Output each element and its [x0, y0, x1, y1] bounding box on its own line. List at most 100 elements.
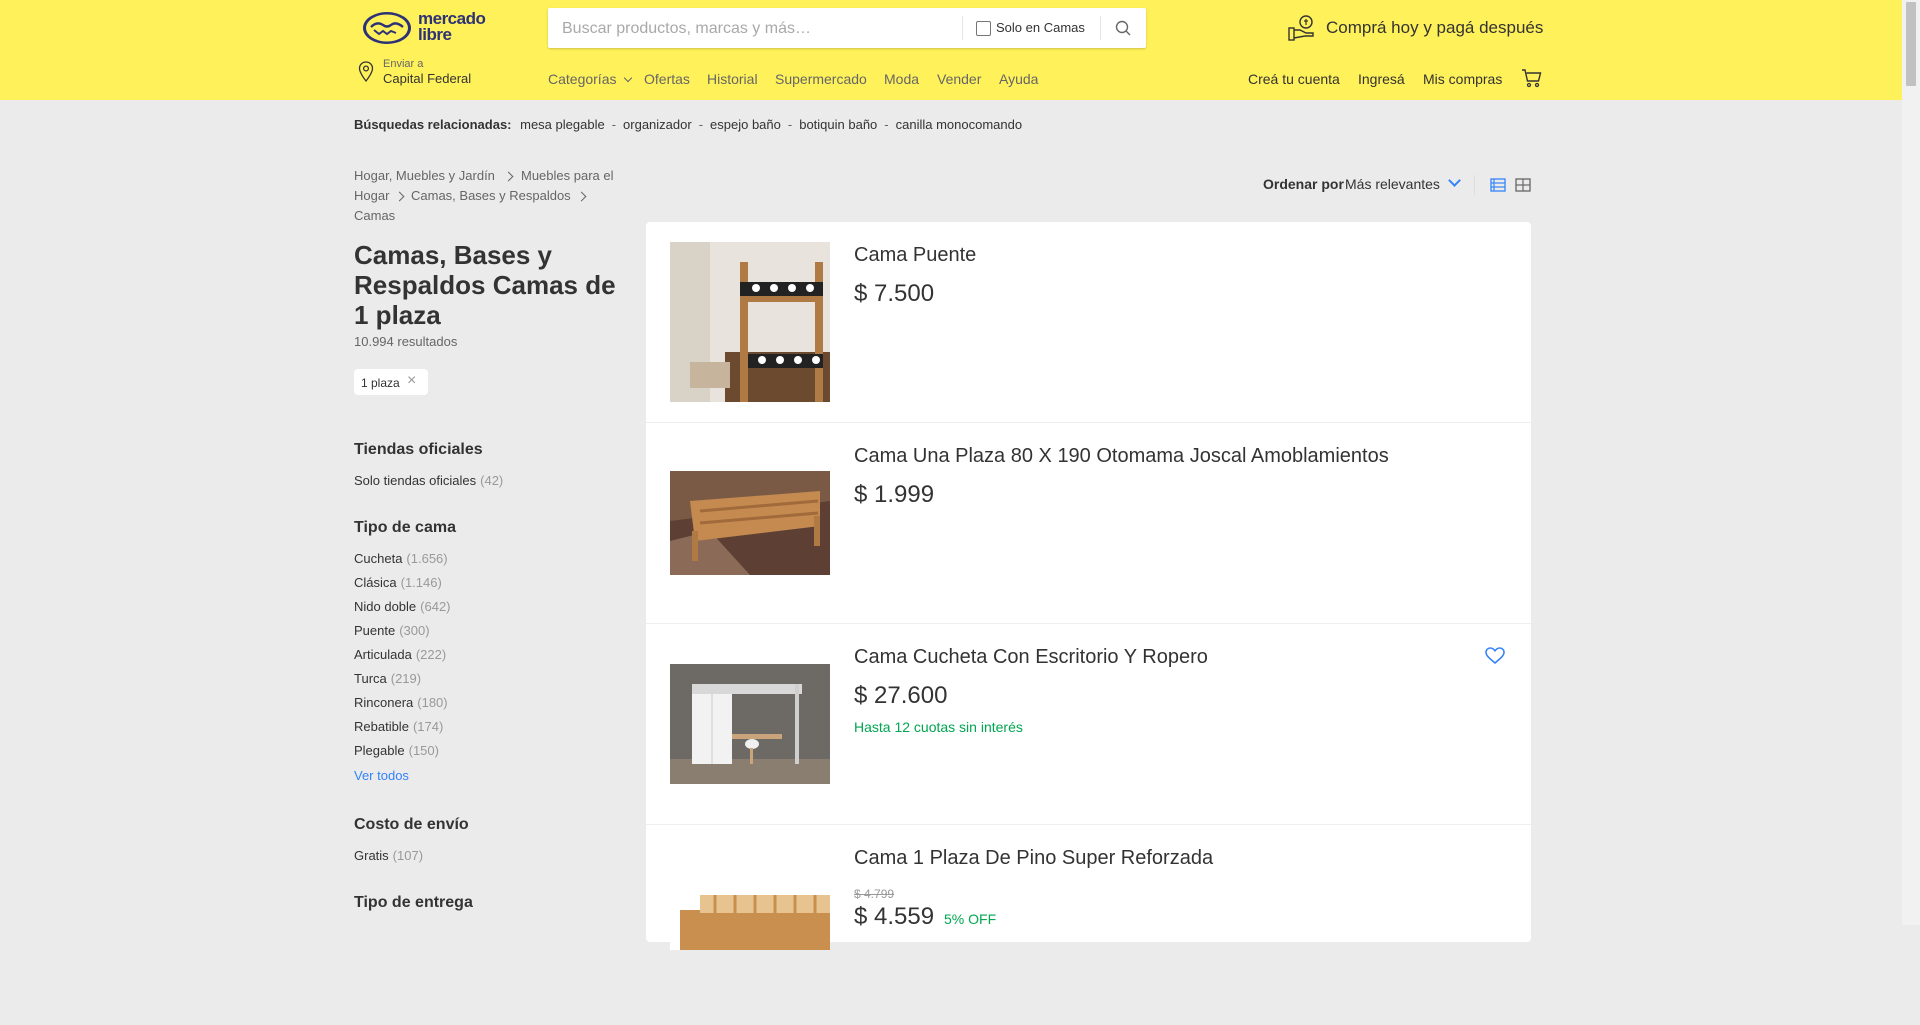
list-item[interactable]: Cama Puente $ 7.500 [646, 222, 1531, 423]
filter-bed-type-item[interactable]: Rebatible (174) [354, 719, 443, 734]
nav-history[interactable]: Historial [707, 71, 758, 87]
results-list: Cama Puente $ 7.500 Cama Una Plaza 80 X … [646, 222, 1531, 950]
close-icon[interactable]: × [407, 372, 416, 390]
related-search-link[interactable]: organizador [623, 117, 692, 132]
filter-count: (222) [415, 647, 447, 662]
chevron-down-icon[interactable] [1448, 174, 1461, 187]
applied-filter-tag[interactable]: 1 plaza × [354, 369, 428, 395]
divider [1474, 175, 1475, 195]
search-bar: Solo en Camas [548, 8, 1146, 50]
breadcrumb-beds-bases[interactable]: Camas, Bases y Respaldos [411, 188, 571, 203]
filter-bed-type-item[interactable]: Clásica (1.146) [354, 575, 442, 590]
product-title[interactable]: Cama Cucheta Con Escritorio Y Ropero [854, 646, 1208, 669]
related-search-link[interactable]: espejo baño [710, 117, 781, 132]
list-item[interactable]: Cama Cucheta Con Escritorio Y Ropero $ 2… [646, 624, 1531, 825]
nav-categories-label: Categorías [548, 71, 617, 87]
product-title[interactable]: Cama Puente [854, 244, 976, 267]
list-view-icon[interactable] [1490, 178, 1506, 192]
create-account-link[interactable]: Creá tu cuenta [1248, 71, 1340, 87]
only-in-category-label[interactable]: Solo en Camas [996, 20, 1085, 35]
filter-title-official-stores: Tiendas oficiales [354, 441, 483, 458]
sort-dropdown[interactable]: Más relevantes [1345, 176, 1440, 192]
filter-bed-type-item[interactable]: Turca (219) [354, 671, 421, 686]
related-searches: Búsquedas relacionadas: mesa plegable - or… [354, 117, 1022, 132]
filter-bed-type-item[interactable]: Cucheta (1.656) [354, 551, 448, 566]
product-image[interactable] [670, 471, 830, 575]
search-icon[interactable] [1108, 16, 1138, 40]
scrollbar-thumb[interactable] [1906, 2, 1916, 86]
filter-count: (150) [408, 743, 439, 758]
filter-title-bed-type: Tipo de cama [354, 519, 456, 536]
filter-label: Rebatible [354, 719, 409, 734]
applied-filter-label: 1 plaza [361, 376, 400, 390]
nav-offers[interactable]: Ofertas [644, 71, 690, 87]
filter-label: Clásica [354, 575, 397, 590]
separator: - [611, 117, 617, 132]
filter-official-stores[interactable]: Solo tiendas oficiales (42) [354, 473, 503, 488]
filter-label: Gratis [354, 848, 389, 863]
filter-count: (300) [399, 623, 430, 638]
breadcrumb-furniture-1[interactable]: Muebles para el [521, 168, 614, 183]
filter-label: Plegable [354, 743, 405, 758]
related-search-link[interactable]: botiquin baño [799, 117, 877, 132]
filter-count: (107) [392, 848, 424, 863]
nav-fashion[interactable]: Moda [884, 71, 919, 87]
scrollbar-track[interactable] [1902, 0, 1920, 925]
divider [962, 16, 963, 40]
nav-categories[interactable]: Categorías [548, 71, 633, 87]
filter-title-delivery: Tipo de entrega [354, 894, 473, 911]
filter-label: Puente [354, 623, 396, 638]
separator: - [787, 117, 793, 132]
breadcrumb-furniture-2[interactable]: Hogar [354, 188, 389, 203]
product-price: $ 1.999 [854, 481, 935, 508]
product-title[interactable]: Cama Una Plaza 80 X 190 Otomama Joscal A… [854, 445, 1389, 468]
filter-bed-type-item[interactable]: Puente (300) [354, 623, 430, 638]
product-price: $ 4.559 [854, 903, 935, 930]
related-searches-label: Búsquedas relacionadas: [354, 117, 512, 132]
product-title[interactable]: Cama 1 Plaza De Pino Super Reforzada [854, 847, 1213, 870]
filter-label: Articulada [354, 647, 412, 662]
divider [1100, 16, 1101, 40]
filter-count: (174) [412, 719, 444, 734]
filter-count: (180) [417, 695, 448, 710]
sort-label: Ordenar por [1263, 176, 1344, 192]
related-search-link[interactable]: canilla monocomando [896, 117, 1022, 132]
nav-help[interactable]: Ayuda [999, 71, 1038, 87]
filter-count: (642) [420, 599, 451, 614]
filter-free-shipping[interactable]: Gratis (107) [354, 848, 423, 863]
list-item[interactable]: Cama Una Plaza 80 X 190 Otomama Joscal A… [646, 423, 1531, 624]
product-image[interactable] [670, 242, 830, 402]
location-label[interactable]: Enviar a [383, 58, 423, 70]
product-original-price: $ 4.799 [854, 887, 895, 901]
list-item[interactable]: Cama 1 Plaza De Pino Super Reforzada $ 4… [646, 825, 1531, 1025]
product-image[interactable] [670, 880, 830, 950]
filter-bed-type-item[interactable]: Nido doble (642) [354, 599, 451, 614]
separator: - [884, 117, 889, 132]
see-all-link[interactable]: Ver todos [354, 768, 409, 783]
my-purchases-link[interactable]: Mis compras [1423, 71, 1502, 87]
location-value[interactable]: Capital Federal [383, 71, 471, 86]
grid-view-icon[interactable] [1515, 178, 1531, 192]
filter-bed-type-item[interactable]: Plegable (150) [354, 743, 439, 758]
filter-count: (1.656) [406, 551, 448, 566]
installments-info: Hasta 12 cuotas sin interés [854, 719, 1023, 735]
promo-banner[interactable]: Comprá hoy y pagá después [1326, 18, 1543, 38]
related-search-link[interactable]: mesa plegable [520, 117, 605, 132]
product-image[interactable] [670, 664, 830, 784]
cart-icon[interactable] [1521, 68, 1543, 88]
login-link[interactable]: Ingresá [1358, 71, 1405, 87]
logo-text: mercado libre [418, 9, 486, 44]
breadcrumb-home-furniture[interactable]: Hogar, Muebles y Jardín [354, 168, 495, 183]
site-header: mercado libre Solo en Camas Comprá hoy y… [0, 0, 1902, 100]
nav-supermarket[interactable]: Supermercado [775, 71, 867, 87]
filter-count: (219) [390, 671, 422, 686]
only-in-category-checkbox[interactable] [976, 21, 991, 36]
page-title: Camas, Bases y Respaldos Camas de 1 plaz… [354, 240, 616, 330]
filter-bed-type-item[interactable]: Articulada (222) [354, 647, 446, 662]
filter-bed-type-item[interactable]: Rinconera (180) [354, 695, 448, 710]
heart-icon[interactable] [1485, 647, 1505, 665]
breadcrumb-beds[interactable]: Camas [354, 208, 395, 223]
nav-sell[interactable]: Vender [937, 71, 981, 87]
search-input[interactable] [548, 8, 974, 50]
location-pin-icon[interactable] [358, 61, 374, 83]
